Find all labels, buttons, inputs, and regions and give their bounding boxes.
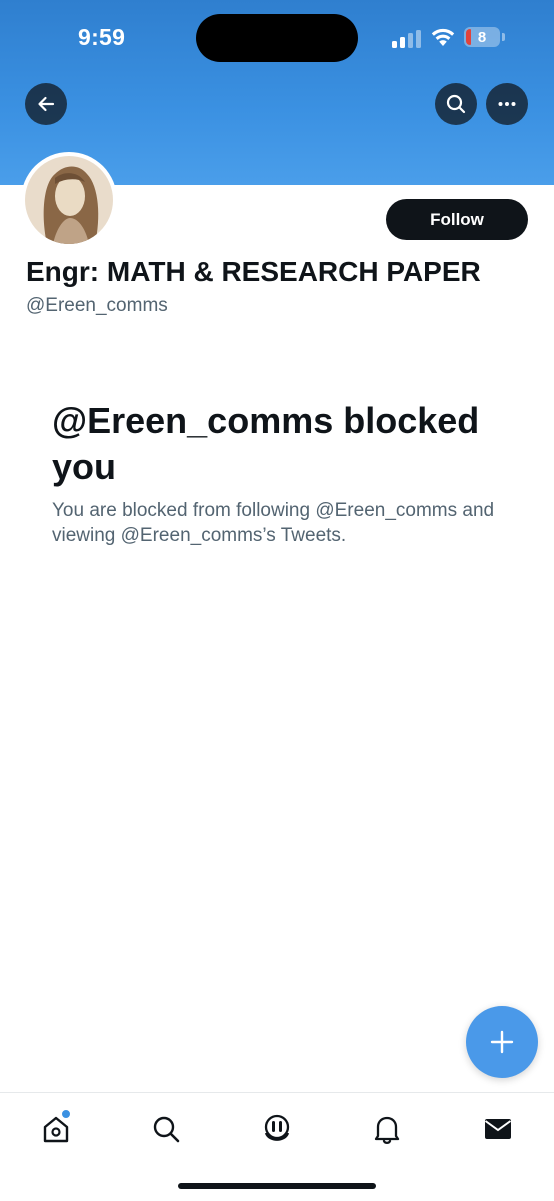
more-horizontal-icon: [498, 102, 516, 106]
follow-button[interactable]: Follow: [386, 199, 528, 240]
blocked-description: You are blocked from following @Ereen_co…: [52, 500, 495, 546]
home-indicator: [178, 1183, 376, 1189]
search-icon: [153, 1116, 180, 1143]
search-icon: [446, 94, 466, 114]
status-time: 9:59: [78, 24, 126, 50]
tab-search[interactable]: [148, 1111, 184, 1147]
cellular-signal-icon: [392, 30, 421, 48]
back-button[interactable]: [25, 83, 67, 125]
tab-home[interactable]: [38, 1109, 74, 1147]
profile-avatar[interactable]: [21, 152, 117, 248]
notification-dot: [61, 1109, 71, 1119]
battery-level-fill: [466, 29, 471, 45]
tab-messages[interactable]: [480, 1111, 516, 1147]
blocked-title: @Ereen_comms blocked you: [52, 400, 480, 487]
avatar-image: [25, 156, 113, 244]
spaces-icon: [264, 1114, 290, 1141]
battery-level-text: 8: [477, 28, 487, 46]
display-name: Engr: MATH & RESEARCH PAPER: [26, 256, 481, 287]
plus-icon: [490, 1030, 514, 1054]
battery-indicator: 8: [464, 27, 500, 47]
battery-nub: [502, 33, 505, 41]
tab-notifications[interactable]: [369, 1111, 405, 1147]
compose-tweet-button[interactable]: [466, 1006, 538, 1078]
mail-icon: [484, 1119, 512, 1139]
more-button[interactable]: [486, 83, 528, 125]
search-button[interactable]: [435, 83, 477, 125]
bell-icon: [374, 1116, 400, 1145]
arrow-left-icon: [38, 96, 55, 112]
wifi-icon: [431, 28, 455, 46]
profile-handle: @Ereen_comms: [26, 295, 168, 316]
dynamic-island: [196, 14, 358, 62]
tab-spaces[interactable]: [259, 1111, 295, 1147]
